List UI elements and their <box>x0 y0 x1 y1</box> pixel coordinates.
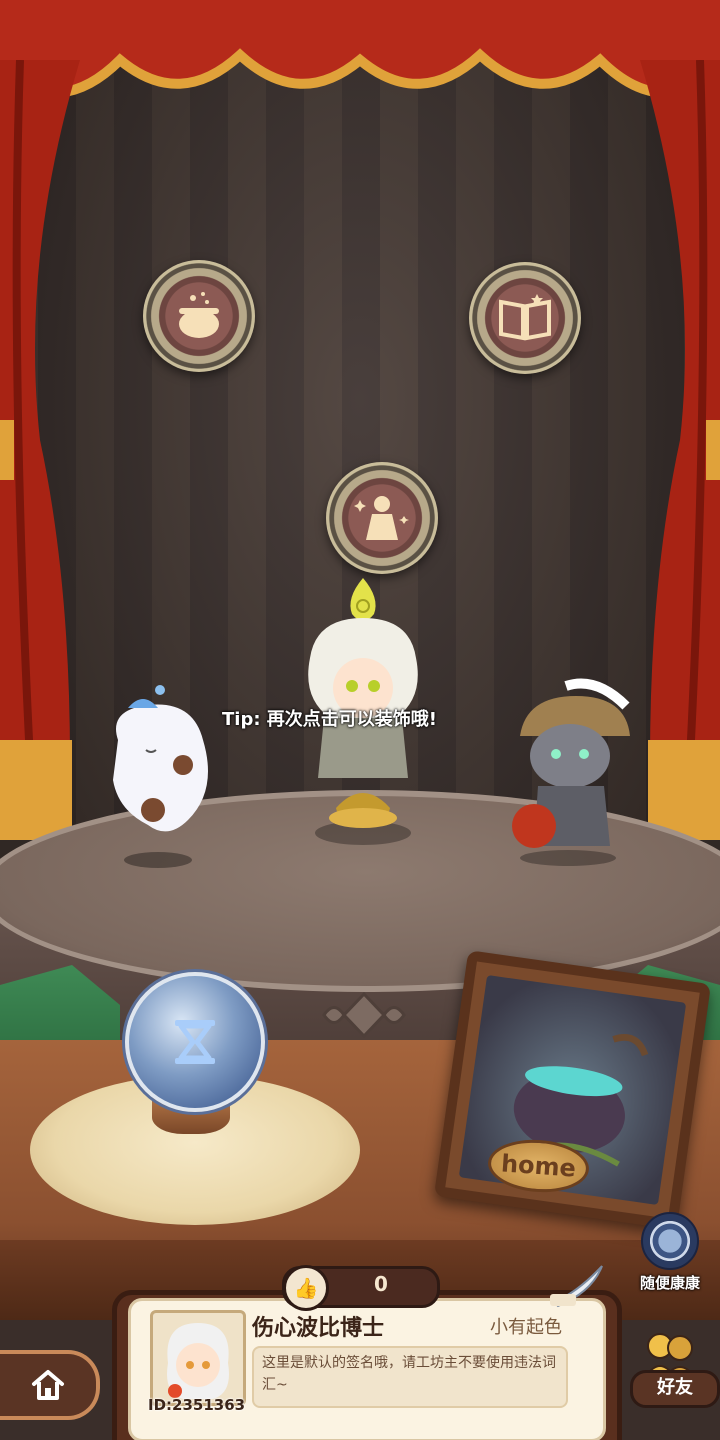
cauldron-icon <box>179 292 219 338</box>
hourglass-icon <box>175 1020 215 1064</box>
right-curtain <box>640 60 720 840</box>
signature-text[interactable]: 这里是默认的签名哦，请工坊主不要使用违法词汇~ <box>252 1346 568 1408</box>
player-id: ID:2351363 <box>148 1396 246 1414</box>
cauldron-medallion[interactable] <box>143 260 255 372</box>
friends-button[interactable]: 好友 <box>624 1328 720 1408</box>
quill-icon[interactable] <box>548 1262 606 1308</box>
house-icon <box>32 1370 64 1400</box>
curtain-valance <box>0 0 720 98</box>
swirl-portal-icon <box>641 1212 699 1270</box>
hourglass-orb[interactable] <box>125 972 265 1112</box>
avatar[interactable] <box>150 1310 246 1406</box>
spellbook-icon <box>499 294 551 341</box>
turban-character[interactable] <box>506 676 640 866</box>
doll-medallion[interactable] <box>326 462 438 574</box>
player-title: 小有起色 <box>490 1317 562 1338</box>
player-name: 伤心波比博士 <box>252 1316 385 1341</box>
ghost-character[interactable] <box>98 680 228 870</box>
like-count: 0 <box>374 1272 388 1296</box>
home-button[interactable] <box>0 1350 100 1420</box>
game-scene: Tip: 再次点击可以装饰哦! home 随便康康 👍 0 ID:2351363… <box>0 0 720 1440</box>
stage-ornament <box>322 991 406 1039</box>
random-visit-label: 随便康康 <box>639 1274 700 1292</box>
left-curtain <box>0 60 80 840</box>
doll-sparkle-icon <box>354 496 409 540</box>
tip-text: Tip: 再次点击可以装饰哦! <box>222 709 438 730</box>
book-medallion[interactable] <box>469 262 581 374</box>
thumbs-up-icon: 👍 <box>283 1265 329 1311</box>
player-portrait <box>167 1323 229 1399</box>
random-visit-button[interactable]: 随便康康 <box>630 1212 710 1292</box>
home-picture-frame[interactable] <box>433 950 712 1230</box>
likes-counter[interactable]: 👍 0 <box>282 1265 440 1311</box>
friends-label: 好友 <box>630 1370 720 1408</box>
